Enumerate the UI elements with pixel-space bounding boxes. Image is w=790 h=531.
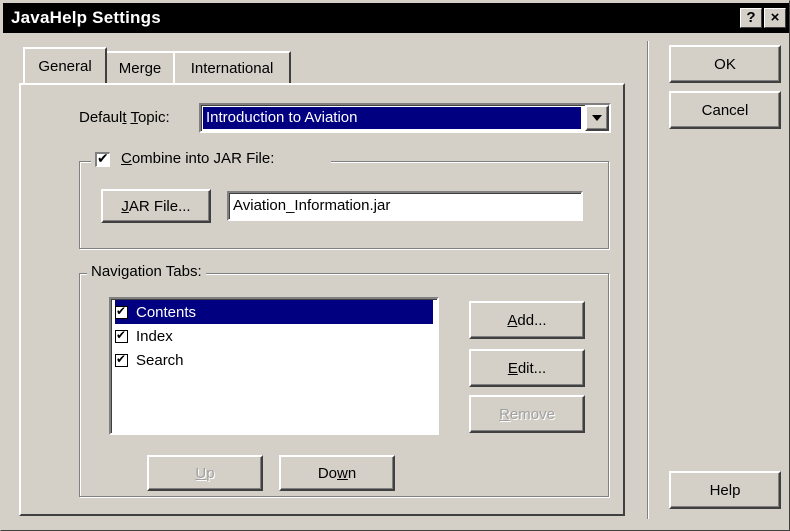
help-button[interactable]: Help [669,471,781,509]
tab-general-label: General [38,57,92,75]
list-item-search[interactable]: ✔ Search [115,348,184,372]
ok-button[interactable]: OK [669,45,781,83]
default-topic-dropdown-button[interactable] [585,105,609,131]
combine-jar-label: Combine into JAR File: [121,150,275,167]
down-button[interactable]: Down [279,455,395,491]
jar-file-name-input[interactable]: Aviation_Information.jar [227,191,583,221]
vertical-divider [647,41,649,519]
list-item-label: Contents [136,303,197,321]
checkmark-icon: ✔ [116,351,127,366]
combine-jar-checkbox[interactable]: ✔ [95,150,110,167]
tab-international[interactable]: International [173,51,291,83]
list-item-label: Search [136,351,184,369]
default-topic-value: Introduction to Aviation [203,107,581,129]
add-button[interactable]: Add... [469,301,585,339]
combine-jar-checkbox-row[interactable]: ✔ Combine into JAR File: [91,149,331,171]
list-item-label: Index [136,327,173,345]
list-item-contents[interactable]: ✔ Contents [115,300,433,324]
jar-file-button[interactable]: JAR File... [101,189,211,223]
down-button-label: Down [317,464,357,482]
add-button-label: Add... [507,311,547,329]
index-checkbox[interactable]: ✔ [115,327,128,343]
context-help-button[interactable]: ? [740,8,762,28]
tab-merge-label: Merge [118,59,162,77]
edit-button-label: Edit... [507,359,547,377]
checkmark-icon: ✔ [116,327,127,342]
remove-button-label: Remove [499,405,555,423]
jar-file-button-label: JAR File... [121,197,191,215]
remove-button[interactable]: Remove [469,395,585,433]
close-button[interactable]: × [764,8,786,28]
default-topic-select[interactable]: Introduction to Aviation [199,103,611,133]
chevron-down-icon [592,115,602,121]
contents-checkbox[interactable]: ✔ [115,303,128,319]
navigation-tabs-legend: Navigation Tabs: [87,263,206,280]
window-title: JavaHelp Settings [11,8,161,27]
title-bar[interactable]: JavaHelp Settings ? × [3,3,789,33]
up-button-label: Up [195,464,215,482]
tab-international-label: International [190,59,274,77]
checkmark-icon: ✔ [97,150,109,166]
search-checkbox[interactable]: ✔ [115,351,128,367]
edit-button[interactable]: Edit... [469,349,585,387]
default-topic-label: Default Topic: [79,109,170,126]
up-button[interactable]: Up [147,455,263,491]
dialog-window: JavaHelp Settings ? × Merge Internationa… [0,0,790,531]
tab-merge[interactable]: Merge [105,51,175,83]
cancel-button[interactable]: Cancel [669,91,781,129]
list-item-index[interactable]: ✔ Index [115,324,173,348]
general-tab-panel: Default Topic: Introduction to Aviation … [19,83,625,516]
tab-general[interactable]: General [23,47,107,83]
checkmark-icon: ✔ [116,303,127,318]
navigation-tabs-list[interactable]: ✔ Contents ✔ Index ✔ Search [109,297,439,435]
